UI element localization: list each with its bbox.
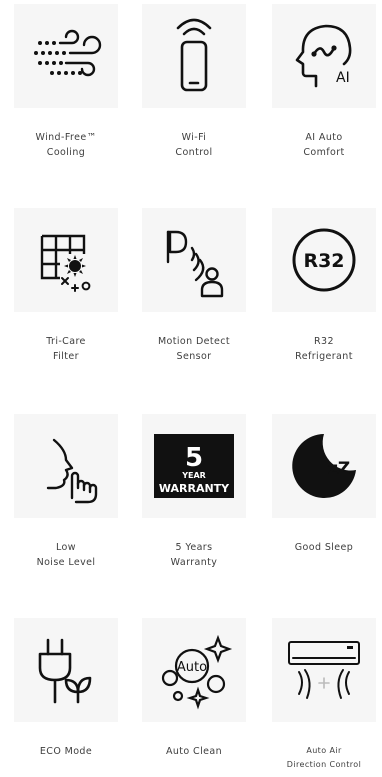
feature-tile [142, 4, 246, 108]
feature-label: ECO Mode [39, 746, 93, 757]
feature-low-noise: Low Noise Level [14, 414, 118, 570]
feature-tile: AI [272, 4, 376, 108]
feature-wifi: Wi-Fi Control [142, 4, 246, 160]
feature-label: 5 Years Warranty [170, 542, 218, 568]
feature-tile [14, 414, 118, 518]
feature-label: Tri-Care Filter [46, 336, 86, 362]
warranty-badge-icon: 5 YEAR WARRANTY [154, 434, 234, 498]
svg-text:YEAR: YEAR [181, 471, 206, 480]
svg-text:AI: AI [336, 70, 350, 86]
feature-tile: Auto [142, 618, 246, 722]
feature-eco: ECO Mode [14, 618, 118, 759]
feature-tile: 5 YEAR WARRANTY [142, 414, 246, 518]
filter-grid-icon [40, 234, 91, 292]
feature-motion: Motion Detect Sensor [142, 208, 246, 364]
feature-sleep: zZ Good Sleep [272, 414, 376, 555]
feature-label: Good Sleep [294, 542, 354, 553]
feature-tile [142, 208, 246, 312]
feature-tile: R32 [272, 208, 376, 312]
feature-auto-clean: Auto Auto Clean [142, 618, 246, 759]
svg-text:Auto: Auto [177, 660, 207, 675]
motion-sensor-icon [166, 230, 224, 298]
sparkle-bubbles-icon: Auto [161, 634, 233, 710]
feature-label: Wi-Fi Control [175, 132, 213, 158]
feature-label: Wind-Free™ Cooling [35, 132, 97, 158]
feature-air-direction: Auto Air Direction Control [272, 618, 376, 772]
r32-badge-icon: R32 [292, 228, 356, 292]
feature-tile [272, 618, 376, 722]
feature-tri-care: Tri-Care Filter [14, 208, 118, 364]
svg-text:5: 5 [185, 443, 203, 473]
feature-label: Auto Air Direction Control [286, 746, 362, 769]
feature-tile [14, 618, 118, 722]
hush-face-icon [46, 438, 98, 504]
wind-free-icon [34, 29, 102, 77]
feature-label: Motion Detect Sensor [157, 336, 231, 362]
svg-text:R32: R32 [303, 250, 344, 272]
feature-label: R32 Refrigerant [295, 336, 353, 362]
feature-label: AI Auto Comfort [303, 132, 345, 158]
svg-text:WARRANTY: WARRANTY [159, 482, 230, 495]
feature-label: Auto Clean [165, 746, 223, 757]
wifi-remote-icon [176, 18, 212, 92]
plug-leaf-icon [38, 638, 92, 704]
feature-tile [14, 208, 118, 312]
svg-text:zZ: zZ [328, 459, 350, 479]
ac-airflow-icon [288, 641, 360, 699]
feature-wind-free: Wind-Free™ Cooling [14, 4, 118, 160]
feature-tile [14, 4, 118, 108]
feature-tile: zZ [272, 414, 376, 518]
feature-grid: Wind-Free™ Cooling Wi-Fi Control AI AI A… [0, 0, 382, 777]
feature-warranty: 5 YEAR WARRANTY 5 Years Warranty [142, 414, 246, 570]
feature-ai-comfort: AI AI Auto Comfort [272, 4, 376, 160]
feature-r32: R32 R32 Refrigerant [272, 208, 376, 364]
feature-label: Low Noise Level [36, 542, 96, 568]
ai-head-icon: AI [295, 24, 352, 88]
moon-sleep-icon: zZ [292, 434, 356, 498]
